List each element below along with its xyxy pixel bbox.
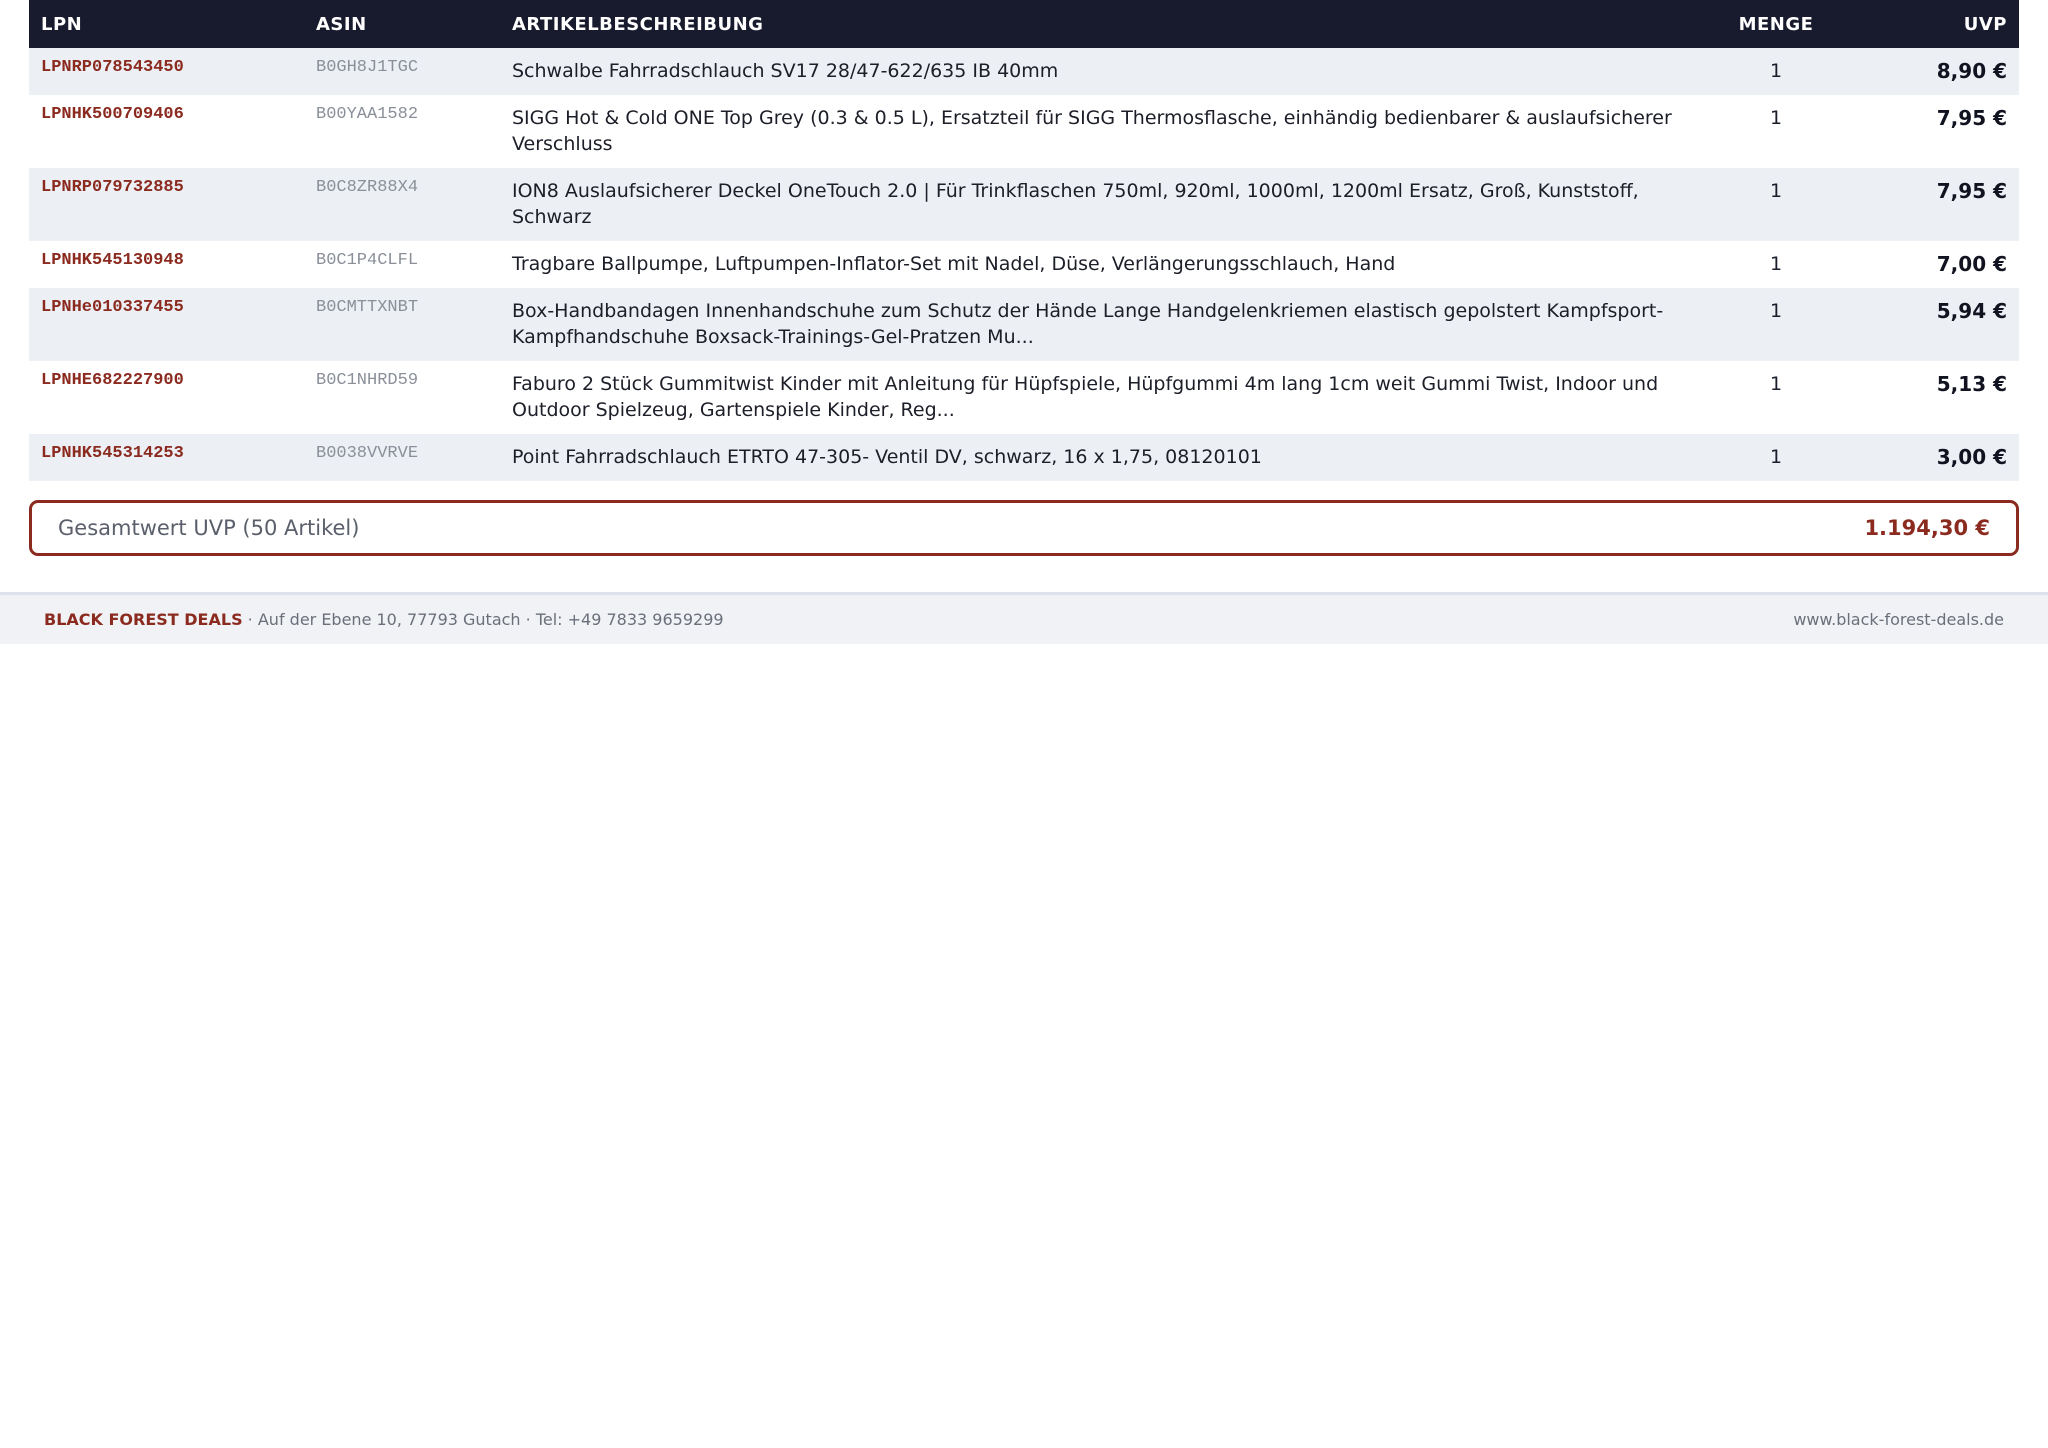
total-label: Gesamtwert UVP (50 Artikel) <box>58 516 360 540</box>
table-row: LPNHE682227900 B0C1NHRD59 Faburo 2 Stück… <box>29 361 2019 434</box>
table-row: LPNHK500709406 B00YAA1582 SIGG Hot & Col… <box>29 95 2019 168</box>
uvp-cell: 7,00 € <box>1936 252 2007 276</box>
quantity-cell: 1 <box>1769 446 1783 468</box>
column-header-description: ARTIKELBESCHREIBUNG <box>512 13 764 35</box>
total-value: 1.194,30 € <box>1864 516 1990 540</box>
footer-company-info: BLACK FOREST DEALS · Auf der Ebene 10, 7… <box>44 610 724 629</box>
table-row: LPNHK545130948 B0C1P4CLFL Tragbare Ballp… <box>29 241 2019 288</box>
document-page: LPN ASIN ARTIKELBESCHREIBUNG MENGE UVP L… <box>0 0 2048 1448</box>
footer-brand: BLACK FOREST DEALS <box>44 610 243 629</box>
lpn-cell: LPNHE682227900 <box>41 371 184 390</box>
table-row: LPNRP079732885 B0C8ZR88X4 ION8 Auslaufsi… <box>29 168 2019 241</box>
quantity-cell: 1 <box>1769 180 1783 202</box>
page-footer: BLACK FOREST DEALS · Auf der Ebene 10, 7… <box>0 592 2048 644</box>
total-value-box: Gesamtwert UVP (50 Artikel) 1.194,30 € <box>29 500 2019 556</box>
asin-cell: B0C1NHRD59 <box>316 371 419 390</box>
asin-cell: B0CMTTXNBT <box>316 298 419 317</box>
uvp-cell: 3,00 € <box>1936 445 2007 469</box>
lpn-cell: LPNHK545130948 <box>41 251 184 270</box>
description-cell: Tragbare Ballpumpe, Luftpumpen-Inflator-… <box>512 253 1396 275</box>
footer-website-link[interactable]: www.black-forest-deals.de <box>1793 610 2004 629</box>
quantity-cell: 1 <box>1769 107 1783 129</box>
asin-cell: B0C1P4CLFL <box>316 251 419 270</box>
uvp-cell: 5,13 € <box>1936 372 2007 396</box>
lpn-cell: LPNHe010337455 <box>41 298 184 317</box>
uvp-cell: 5,94 € <box>1936 299 2007 323</box>
uvp-cell: 7,95 € <box>1936 106 2007 130</box>
table-row: LPNHK545314253 B0038VVRVE Point Fahrrads… <box>29 434 2019 481</box>
lpn-cell: LPNHK545314253 <box>41 444 184 463</box>
asin-cell: B0038VVRVE <box>316 444 419 463</box>
asin-cell: B00YAA1582 <box>316 105 419 124</box>
column-header-quantity: MENGE <box>1738 13 1814 35</box>
quantity-cell: 1 <box>1769 253 1783 275</box>
description-cell: Faburo 2 Stück Gummitwist Kinder mit Anl… <box>512 373 1659 421</box>
description-cell: SIGG Hot & Cold ONE Top Grey (0.3 & 0.5 … <box>512 107 1672 155</box>
uvp-cell: 8,90 € <box>1936 59 2007 83</box>
lpn-cell: LPNRP079732885 <box>41 178 184 197</box>
uvp-cell: 7,95 € <box>1936 179 2007 203</box>
articles-table: LPN ASIN ARTIKELBESCHREIBUNG MENGE UVP L… <box>29 0 2019 481</box>
lpn-cell: LPNRP078543450 <box>41 58 184 77</box>
quantity-cell: 1 <box>1769 373 1783 395</box>
column-header-asin: ASIN <box>316 13 367 35</box>
description-cell: Schwalbe Fahrradschlauch SV17 28/47-622/… <box>512 60 1059 82</box>
description-cell: ION8 Auslaufsicherer Deckel OneTouch 2.0… <box>512 180 1639 228</box>
column-header-lpn: LPN <box>41 13 83 35</box>
table-header-row: LPN ASIN ARTIKELBESCHREIBUNG MENGE UVP <box>29 0 2019 48</box>
table-row: LPNHe010337455 B0CMTTXNBT Box-Handbandag… <box>29 288 2019 361</box>
table-body: LPNRP078543450 B0GH8J1TGC Schwalbe Fahrr… <box>29 48 2019 481</box>
description-cell: Box-Handbandagen Innenhandschuhe zum Sch… <box>512 300 1664 348</box>
description-cell: Point Fahrradschlauch ETRTO 47-305- Vent… <box>512 446 1262 468</box>
table-row: LPNRP078543450 B0GH8J1TGC Schwalbe Fahrr… <box>29 48 2019 95</box>
lpn-cell: LPNHK500709406 <box>41 105 184 124</box>
table-header: LPN ASIN ARTIKELBESCHREIBUNG MENGE UVP <box>29 0 2019 48</box>
articles-table-container: LPN ASIN ARTIKELBESCHREIBUNG MENGE UVP L… <box>29 0 2019 481</box>
asin-cell: B0GH8J1TGC <box>316 58 419 77</box>
column-header-uvp: UVP <box>1963 13 2007 35</box>
quantity-cell: 1 <box>1769 60 1783 82</box>
quantity-cell: 1 <box>1769 300 1783 322</box>
asin-cell: B0C8ZR88X4 <box>316 178 419 197</box>
footer-address: · Auf der Ebene 10, 77793 Gutach · Tel: … <box>242 610 724 629</box>
